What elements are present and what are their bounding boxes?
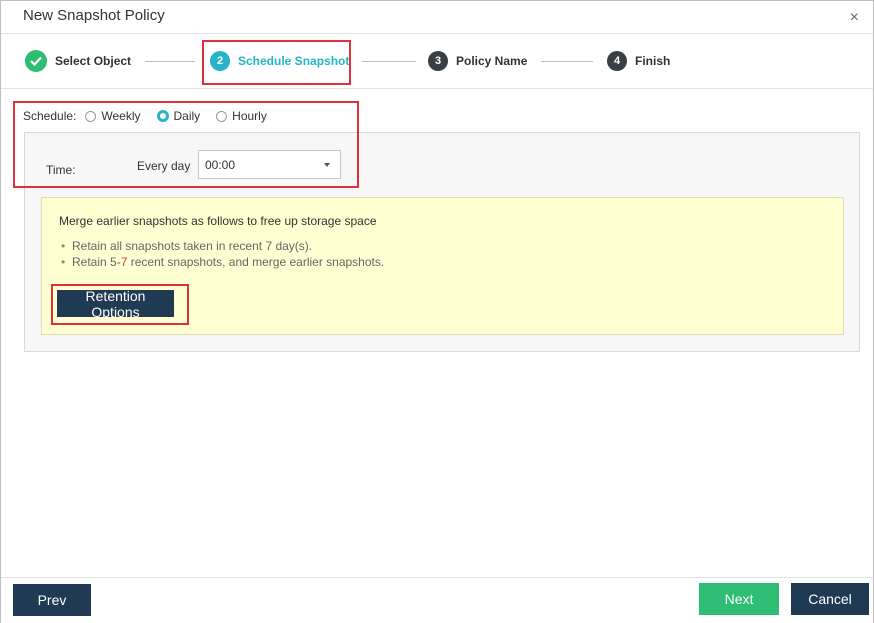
- retention-info-box: Merge earlier snapshots as follows to fr…: [41, 197, 844, 335]
- dialog-footer: Prev Next Cancel: [1, 577, 873, 623]
- every-day-label: Every day: [137, 159, 191, 173]
- step-number: 3: [428, 51, 448, 71]
- step-label: Policy Name: [456, 54, 528, 68]
- dialog-titlebar: New Snapshot Policy ×: [1, 1, 873, 34]
- wizard-steps: Select Object 2 Schedule Snapshot 3 Poli…: [1, 34, 873, 89]
- chevron-down-icon[interactable]: [324, 163, 330, 167]
- time-label: Time:: [46, 163, 76, 177]
- check-icon: [25, 50, 47, 72]
- step-connector: [541, 61, 593, 62]
- next-button[interactable]: Next: [699, 583, 779, 615]
- radio-label: Weekly: [101, 109, 141, 123]
- step-label: Select Object: [55, 54, 132, 68]
- list-item: Retain 5-7 recent snapshots, and merge e…: [61, 254, 385, 270]
- radio-hourly[interactable]: Hourly: [216, 109, 267, 123]
- new-snapshot-policy-dialog: New Snapshot Policy × Select Object 2 Sc…: [0, 0, 874, 623]
- radio-button-icon[interactable]: [216, 110, 228, 122]
- time-select[interactable]: 00:00: [198, 150, 341, 179]
- schedule-row: Schedule: Weekly Daily Hourly: [23, 107, 283, 125]
- radio-label: Hourly: [232, 109, 267, 123]
- retention-line-2-prefix: Retain 5-: [72, 255, 121, 269]
- step-finish: 4 Finish: [607, 34, 670, 88]
- step-select-object: Select Object: [25, 34, 131, 88]
- step-number: 4: [607, 51, 627, 71]
- step-number: 2: [210, 51, 230, 71]
- prev-button[interactable]: Prev: [13, 584, 91, 616]
- schedule-label: Schedule:: [23, 109, 77, 123]
- retention-list: Retain all snapshots taken in recent 7 d…: [61, 238, 385, 270]
- retention-line-1: Retain all snapshots taken in recent 7 d…: [72, 239, 313, 253]
- retention-options-button[interactable]: Retention Options: [57, 288, 174, 320]
- list-item: Retain all snapshots taken in recent 7 d…: [61, 238, 384, 254]
- step-label: Schedule Snapshot: [238, 54, 350, 68]
- radio-button-icon[interactable]: [85, 110, 97, 122]
- radio-weekly[interactable]: Weekly: [85, 109, 141, 123]
- time-value: 00:00: [205, 157, 236, 172]
- schedule-panel: Time: Every day 00:00 Merge earlier snap…: [24, 132, 860, 352]
- radio-label: Daily: [173, 109, 201, 123]
- radio-button-icon[interactable]: [156, 110, 169, 122]
- step-policy-name: 3 Policy Name: [428, 34, 527, 88]
- step-connector: [362, 61, 416, 62]
- radio-daily[interactable]: Daily: [156, 109, 201, 123]
- dialog-title: New Snapshot Policy: [23, 7, 165, 24]
- step-label: Finish: [635, 54, 671, 68]
- cancel-button[interactable]: Cancel: [791, 583, 869, 615]
- step-schedule-snapshot: 2 Schedule Snapshot: [210, 34, 349, 88]
- step-connector: [145, 61, 195, 62]
- retention-title: Merge earlier snapshots as follows to fr…: [59, 214, 377, 228]
- close-icon[interactable]: ×: [850, 9, 859, 27]
- retention-line-2-suffix: recent snapshots, and merge earlier snap…: [127, 255, 385, 269]
